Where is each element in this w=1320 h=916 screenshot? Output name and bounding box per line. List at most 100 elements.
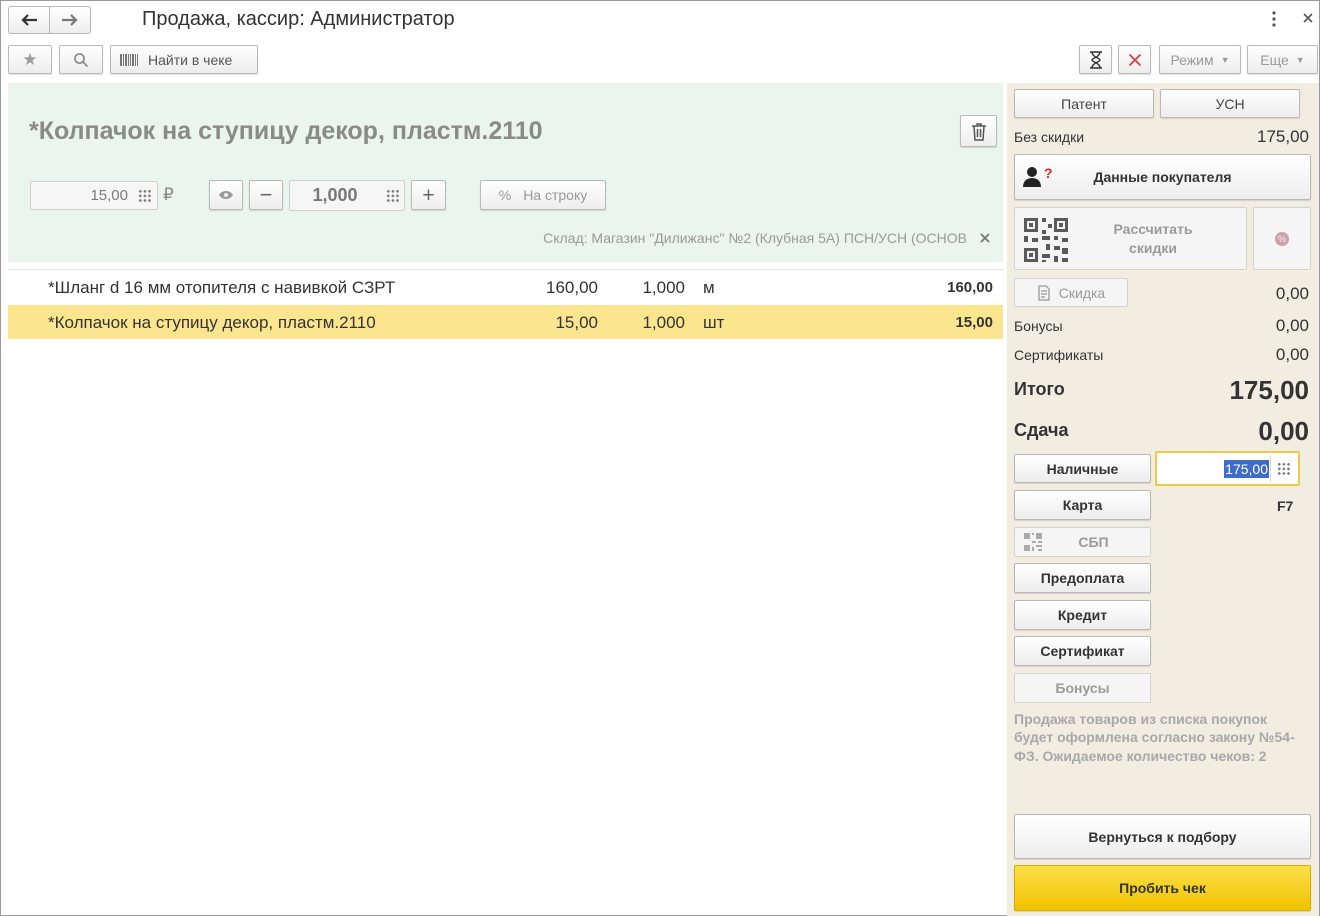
per-line-label: На строку	[523, 187, 587, 203]
mode-dropdown[interactable]: Режим ▼	[1159, 45, 1241, 74]
hourglass-button[interactable]	[1079, 45, 1112, 74]
certificates-label: Сертификаты	[1014, 347, 1103, 363]
product-title: *Колпачок на ступицу декор, пластм.2110	[29, 117, 543, 146]
close-icon[interactable]	[1301, 11, 1315, 25]
table-row[interactable]: *Шланг d 16 мм отопителя с навивкой СЗРТ…	[8, 270, 1003, 304]
more-label: Еще	[1260, 52, 1289, 68]
receipt-note: Продажа товаров из списка покупок будет …	[1014, 710, 1309, 765]
calculator-icon[interactable]	[386, 189, 400, 203]
find-in-receipt-button[interactable]: Найти в чеке	[110, 45, 258, 74]
discount-value: 0,00	[1276, 284, 1309, 304]
calc-discounts-label: Рассчитать скидки	[1098, 220, 1208, 258]
store-label: Склад: Магазин "Дилижанс" №2 (Клубная 5А…	[543, 230, 967, 246]
item-unit: шт	[703, 313, 724, 333]
hourglass-icon	[1089, 51, 1103, 69]
card-hotkey: F7	[1277, 498, 1293, 514]
close-red-icon	[1128, 53, 1142, 67]
item-sum: 160,00	[947, 279, 993, 296]
bonuses-label: Бонусы	[1014, 318, 1063, 334]
pay-sbp-button[interactable]: СБП	[1014, 527, 1151, 557]
pay-certificate-button[interactable]: Сертификат	[1014, 636, 1151, 666]
return-to-selection-label: Вернуться к подбору	[1088, 829, 1236, 845]
cancel-button[interactable]	[1118, 45, 1151, 74]
eye-icon	[218, 190, 234, 200]
increase-quantity-button[interactable]: +	[411, 180, 446, 210]
calc-discounts-button[interactable]: Рассчитать скидки	[1014, 207, 1247, 270]
price-value: 15,00	[90, 187, 128, 204]
more-vertical-icon[interactable]	[1267, 10, 1281, 28]
tax-usn-button[interactable]: УСН	[1160, 89, 1300, 118]
item-quantity: 1,000	[642, 278, 685, 298]
window-title: Продажа, кассир: Администратор	[142, 8, 455, 31]
pay-cash-label: Наличные	[1047, 461, 1119, 477]
search-button[interactable]	[59, 45, 103, 74]
user-question-icon: ?	[1023, 166, 1053, 188]
pay-bonuses-label: Бонусы	[1055, 680, 1109, 696]
certificates-value: 0,00	[1276, 345, 1309, 365]
discount-info-button[interactable]: %	[1253, 207, 1311, 270]
table-row[interactable]: *Колпачок на ступицу декор, пластм.2110 …	[8, 305, 1003, 339]
total-value: 175,00	[1229, 375, 1309, 406]
print-receipt-button[interactable]: Пробить чек	[1014, 865, 1311, 911]
arrow-right-icon	[61, 13, 79, 27]
svg-text:?: ?	[1044, 166, 1053, 181]
discount-document-icon	[1037, 285, 1051, 301]
item-price: 15,00	[555, 313, 598, 333]
pay-card-button[interactable]: Карта	[1014, 490, 1151, 520]
calculator-icon[interactable]	[138, 189, 152, 203]
item-name: *Колпачок на ступицу декор, пластм.2110	[48, 313, 376, 333]
tax-usn-label: УСН	[1215, 96, 1244, 112]
calculator-icon[interactable]	[1277, 462, 1291, 476]
back-button[interactable]	[8, 6, 50, 34]
mode-label: Режим	[1170, 52, 1213, 68]
pay-credit-button[interactable]: Кредит	[1014, 600, 1151, 630]
star-icon: ★	[22, 50, 37, 70]
favorite-button[interactable]: ★	[8, 45, 52, 74]
no-discount-label: Без скидки	[1014, 129, 1084, 145]
pay-bonuses-button[interactable]: Бонусы	[1014, 673, 1151, 703]
return-to-selection-button[interactable]: Вернуться к подбору	[1014, 814, 1311, 859]
pay-prepayment-label: Предоплата	[1041, 570, 1125, 586]
item-quantity: 1,000	[642, 313, 685, 333]
pay-cash-button[interactable]: Наличные	[1014, 454, 1151, 483]
currency-label: ₽	[163, 185, 174, 205]
more-dropdown[interactable]: Еще ▼	[1247, 45, 1318, 74]
cash-amount-value: 175,00	[1224, 460, 1269, 478]
quantity-value: 1,000	[312, 185, 357, 206]
pay-prepayment-button[interactable]: Предоплата	[1014, 563, 1151, 593]
chevron-down-icon: ▼	[1221, 55, 1230, 65]
pay-certificate-label: Сертификат	[1040, 643, 1124, 659]
arrow-left-icon	[20, 13, 38, 27]
buyer-data-label: Данные покупателя	[1093, 169, 1231, 185]
decrease-quantity-button[interactable]: −	[249, 180, 283, 210]
item-name: *Шланг d 16 мм отопителя с навивкой СЗРТ	[48, 278, 395, 298]
no-discount-value: 175,00	[1257, 127, 1309, 147]
pay-sbp-label: СБП	[1078, 534, 1108, 550]
find-in-receipt-label: Найти в чеке	[148, 52, 232, 68]
barcode-icon	[120, 54, 138, 66]
plus-icon: +	[422, 185, 434, 206]
minus-icon: −	[260, 184, 273, 206]
forward-button[interactable]	[49, 6, 91, 34]
print-receipt-label: Пробить чек	[1119, 880, 1206, 896]
item-price: 160,00	[546, 278, 598, 298]
delete-button[interactable]	[960, 115, 997, 147]
percent-icon: %	[499, 187, 511, 203]
close-icon[interactable]	[979, 231, 991, 243]
qr-code-icon	[1022, 216, 1070, 264]
discount-button[interactable]: Скидка	[1014, 278, 1128, 307]
cash-amount-input[interactable]: 175,00	[1155, 451, 1300, 486]
qr-code-icon	[1023, 532, 1043, 552]
total-label: Итого	[1014, 379, 1065, 400]
buyer-data-button[interactable]: ? Данные покупателя	[1014, 154, 1311, 200]
tax-patent-button[interactable]: Патент	[1014, 89, 1154, 118]
chevron-down-icon: ▼	[1296, 55, 1305, 65]
per-line-button[interactable]: % На строку	[480, 180, 606, 210]
tax-patent-label: Патент	[1061, 96, 1107, 112]
change-value: 0,00	[1258, 416, 1309, 447]
item-unit: м	[703, 278, 715, 298]
bonuses-value: 0,00	[1276, 316, 1309, 336]
discount-label: Скидка	[1059, 285, 1105, 301]
trash-icon	[971, 122, 987, 141]
view-button[interactable]	[209, 180, 243, 210]
